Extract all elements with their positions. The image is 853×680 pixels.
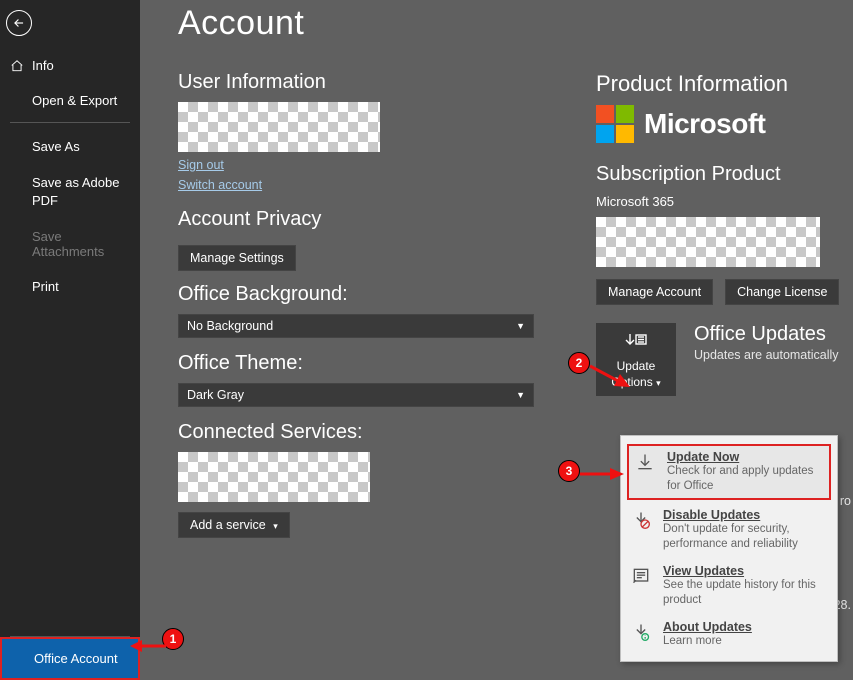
menu-update-now-desc: Check for and apply updates for Office xyxy=(667,464,823,494)
nav-save-adobe-label: Save as Adobe PDF xyxy=(32,174,128,209)
manage-account-button[interactable]: Manage Account xyxy=(596,279,713,305)
microsoft-logo-icon xyxy=(596,105,634,143)
change-license-button[interactable]: Change License xyxy=(725,279,839,305)
menu-update-now-title: Update Now xyxy=(667,450,823,464)
connected-image xyxy=(178,452,370,502)
home-icon xyxy=(10,59,24,73)
office-updates-subtitle: Updates are automatically xyxy=(694,348,839,362)
menu-view-desc: See the update history for this product xyxy=(663,578,827,608)
nav-print-label: Print xyxy=(32,279,59,294)
connected-heading: Connected Services: xyxy=(178,421,538,444)
annotation-arrow-2 xyxy=(586,362,632,392)
microsoft-wordmark: Microsoft xyxy=(644,108,766,140)
nav-save-as-label: Save As xyxy=(32,139,80,154)
nav-open-export[interactable]: Open & Export xyxy=(0,83,140,118)
annotation-arrow-3 xyxy=(576,466,626,482)
info-icon xyxy=(631,622,651,642)
menu-view-title: View Updates xyxy=(663,564,827,578)
switch-account-link[interactable]: Switch account xyxy=(178,178,262,192)
nav-save-as[interactable]: Save As xyxy=(0,129,140,164)
subscription-name: Microsoft 365 xyxy=(596,194,853,209)
theme-dropdown[interactable]: Dark Gray ▼ xyxy=(178,383,534,407)
menu-about-updates[interactable]: About Updates Learn more xyxy=(621,614,837,655)
nav-print[interactable]: Print xyxy=(0,269,140,304)
update-options-menu: Update Now Check for and apply updates f… xyxy=(620,435,838,662)
disable-icon xyxy=(631,510,651,530)
chevron-down-icon: ▼ xyxy=(516,321,525,331)
menu-update-now[interactable]: Update Now Check for and apply updates f… xyxy=(627,444,831,500)
nav-office-account[interactable]: Office Account xyxy=(0,637,140,680)
menu-disable-desc: Don't update for security, performance a… xyxy=(663,522,827,552)
sign-out-link[interactable]: Sign out xyxy=(178,158,224,172)
arrow-left-icon xyxy=(12,16,26,30)
subscription-heading: Subscription Product xyxy=(596,163,853,186)
page-title: Account xyxy=(178,4,853,43)
download-icon xyxy=(635,452,655,472)
menu-disable-title: Disable Updates xyxy=(663,508,827,522)
nav-office-account-label: Office Account xyxy=(34,651,118,666)
update-download-icon xyxy=(623,331,649,355)
chevron-down-icon: ▼ xyxy=(516,390,525,400)
menu-view-updates[interactable]: View Updates See the update history for … xyxy=(621,558,837,614)
nav-save-attachments: Save Attachments xyxy=(0,219,140,269)
left-column: User Information Sign out Switch account… xyxy=(178,71,538,538)
theme-value: Dark Gray xyxy=(187,388,244,402)
chevron-down-icon: ▾ xyxy=(273,521,278,531)
user-info-heading: User Information xyxy=(178,71,538,94)
nav-save-adobe[interactable]: Save as Adobe PDF xyxy=(0,164,140,219)
chevron-down-icon: ▾ xyxy=(656,378,661,388)
background-heading: Office Background: xyxy=(178,283,538,306)
microsoft-brand: Microsoft xyxy=(596,105,853,143)
annotation-arrow-1 xyxy=(130,636,168,656)
theme-heading: Office Theme: xyxy=(178,352,538,375)
add-service-button[interactable]: Add a service ▾ xyxy=(178,512,290,538)
nav-info[interactable]: Info xyxy=(0,48,140,83)
privacy-heading: Account Privacy xyxy=(178,208,538,231)
background-value: No Background xyxy=(187,319,273,333)
add-service-label: Add a service xyxy=(190,518,266,532)
truncated-text: ro xyxy=(840,494,851,508)
menu-disable-updates[interactable]: Disable Updates Don't update for securit… xyxy=(621,502,837,558)
backstage-sidebar: Info Open & Export Save As Save as Adobe… xyxy=(0,0,140,680)
menu-about-desc: Learn more xyxy=(663,634,752,649)
user-info-image xyxy=(178,102,380,152)
product-info-heading: Product Information xyxy=(596,71,853,97)
menu-about-title: About Updates xyxy=(663,620,752,634)
nav-open-export-label: Open & Export xyxy=(32,93,117,108)
office-updates-title: Office Updates xyxy=(694,323,839,346)
nav-info-label: Info xyxy=(32,58,54,73)
back-button[interactable] xyxy=(6,10,32,36)
separator xyxy=(10,122,130,123)
background-dropdown[interactable]: No Background ▼ xyxy=(178,314,534,338)
manage-settings-button[interactable]: Manage Settings xyxy=(178,245,296,271)
history-icon xyxy=(631,566,651,586)
nav-save-attachments-label: Save Attachments xyxy=(32,229,128,259)
subscription-image xyxy=(596,217,820,267)
